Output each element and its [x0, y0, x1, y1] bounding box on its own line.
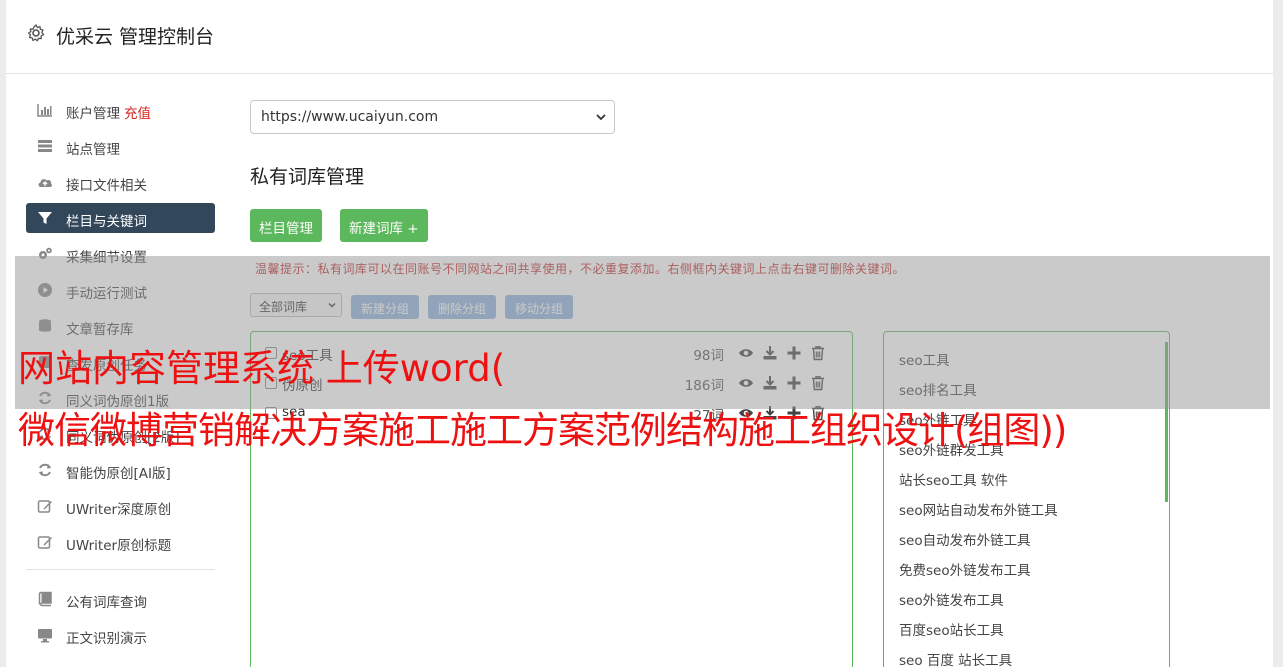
- sidebar-item-uwriter-deep[interactable]: UWriter深度原创: [26, 491, 215, 521]
- cloud-upload-icon: [38, 179, 53, 187]
- edit-icon: [37, 500, 52, 513]
- bar-chart-icon: [37, 104, 52, 117]
- sidebar-item-label: 账户管理: [66, 106, 120, 122]
- overlay-caption-line2: 微信微博营销解决方案施工施工方案范例结构施工组织设计(组图)): [18, 409, 1067, 452]
- book-icon: [38, 591, 52, 607]
- sidebar-item-label: UWriter原创标题: [66, 538, 172, 554]
- refresh-icon: [39, 463, 51, 477]
- sidebar-item-uwriter-title[interactable]: UWriter原创标题: [26, 527, 215, 557]
- sidebar-item-label: 栏目与关键词: [66, 214, 147, 230]
- sidebar-item-text-recognition[interactable]: 正文识别演示: [26, 620, 215, 650]
- site-select-value: https://www.ucaiyun.com: [261, 109, 439, 125]
- app-title: 优采云 管理控制台: [56, 26, 215, 48]
- monitor-icon: [38, 629, 52, 643]
- sidebar-item-label: 正文识别演示: [66, 631, 147, 647]
- keyword-item[interactable]: seo网站自动发布外链工具: [899, 499, 1058, 519]
- server-icon: [38, 140, 52, 152]
- keyword-item[interactable]: seo 百度 站长工具: [899, 649, 1012, 667]
- column-manage-button[interactable]: 栏目管理: [250, 209, 322, 242]
- keyword-item[interactable]: seo自动发布外链工具: [899, 529, 1031, 549]
- sidebar-item-public-library[interactable]: 公有词库查询: [26, 584, 215, 614]
- gear-icon: [27, 24, 45, 42]
- sidebar-divider: [26, 569, 215, 570]
- recharge-link[interactable]: 充值: [124, 106, 151, 122]
- keyword-item[interactable]: 免费seo外链发布工具: [899, 559, 1031, 579]
- chevron-down-icon: [596, 114, 606, 121]
- sidebar-item-label: 站点管理: [66, 142, 120, 158]
- sidebar-item-interface-files[interactable]: 接口文件相关: [26, 167, 215, 197]
- site-select[interactable]: https://www.ucaiyun.com: [250, 100, 615, 134]
- sidebar-item-label: UWriter深度原创: [66, 502, 172, 518]
- new-library-button[interactable]: 新建词库 +: [340, 209, 428, 242]
- sidebar-item-columns-keywords[interactable]: 栏目与关键词: [26, 203, 215, 233]
- sidebar-item-label: 公有词库查询: [66, 595, 147, 611]
- sidebar-item-sites[interactable]: 站点管理: [26, 131, 215, 161]
- overlay-caption-line1: 网站内容管理系统 上传word(: [18, 347, 506, 390]
- sidebar-item-label: 接口文件相关: [66, 178, 147, 194]
- section-title: 私有词库管理: [250, 166, 365, 188]
- sidebar-item-account[interactable]: 账户管理 充值: [26, 95, 215, 125]
- sidebar-item-label: 智能伪原创[AI版]: [66, 466, 171, 482]
- top-header: 优采云 管理控制台: [6, 0, 1273, 74]
- keyword-item[interactable]: seo外链发布工具: [899, 589, 1004, 609]
- sidebar-item-ai-rewrite[interactable]: 智能伪原创[AI版]: [26, 455, 215, 485]
- keyword-item[interactable]: 百度seo站长工具: [899, 619, 1004, 639]
- edit-icon: [37, 536, 52, 549]
- filter-icon: [38, 212, 52, 224]
- keyword-item[interactable]: 站长seo工具 软件: [899, 469, 1008, 489]
